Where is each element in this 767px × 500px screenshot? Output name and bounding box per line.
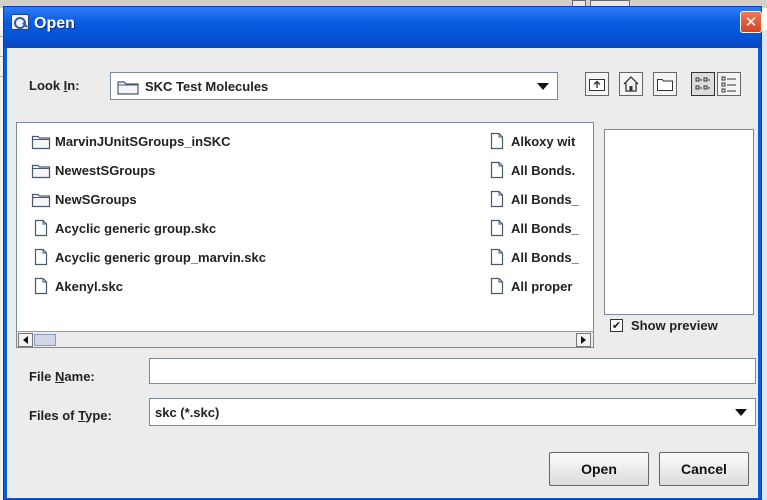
dialog-content: Look In: SKC Test Molecules MarvinJUnitS…	[7, 48, 758, 498]
scrollbar-thumb[interactable]	[34, 334, 56, 346]
home-icon	[623, 76, 639, 92]
file-name: Acyclic generic group.skc	[55, 220, 217, 236]
list-item[interactable]: All Bonds.	[487, 158, 575, 182]
list-item[interactable]: NewestSGroups	[31, 158, 155, 182]
file-name: All Bonds_	[511, 191, 579, 207]
file-icon	[487, 132, 507, 150]
folder-icon	[31, 132, 51, 150]
file-name: NewestSGroups	[55, 162, 156, 178]
list-item[interactable]: All Bonds_	[487, 216, 579, 240]
chevron-down-icon[interactable]	[735, 409, 747, 416]
look-in-combo[interactable]: SKC Test Molecules	[110, 72, 558, 100]
file-icon	[487, 248, 507, 266]
arrow-right-icon	[581, 336, 586, 344]
open-button[interactable]: Open	[549, 452, 649, 486]
list-item[interactable]: MarvinJUnitSGroups_inSKC	[31, 129, 231, 153]
folder-icon	[117, 81, 139, 95]
file-name-input[interactable]	[149, 358, 756, 384]
file-icon	[487, 219, 507, 237]
file-icon	[31, 277, 51, 295]
file-name: Akenyl.skc	[55, 278, 123, 294]
chevron-down-icon[interactable]	[537, 83, 549, 90]
up-one-level-icon	[589, 79, 605, 91]
list-item[interactable]: Acyclic generic group.skc	[31, 216, 216, 240]
folder-icon	[31, 161, 51, 179]
file-name: All proper	[511, 278, 573, 294]
file-name-label: File Name:	[29, 369, 95, 384]
app-icon	[11, 14, 29, 30]
file-list[interactable]: MarvinJUnitSGroups_inSKC NewestSGroups New…	[16, 122, 594, 348]
details-view-button[interactable]	[717, 72, 741, 96]
file-icon	[487, 277, 507, 295]
list-item[interactable]: Acyclic generic group_marvin.skc	[31, 245, 266, 269]
list-item[interactable]: NewSGroups	[31, 187, 137, 211]
file-icon	[31, 219, 51, 237]
horizontal-scrollbar[interactable]	[17, 331, 593, 347]
list-view-icon	[695, 77, 710, 90]
look-in-value: SKC Test Molecules	[145, 79, 269, 94]
scroll-left-button[interactable]	[18, 333, 33, 347]
files-of-type-label: Files of Type:	[29, 408, 112, 423]
file-name: All Bonds_	[511, 249, 579, 265]
look-in-label: Look In:	[29, 78, 80, 93]
cancel-button[interactable]: Cancel	[659, 452, 749, 486]
arrow-left-icon	[23, 336, 28, 344]
show-preview-checkbox[interactable]: ✔	[610, 319, 623, 332]
file-name: All Bonds.	[511, 162, 576, 178]
file-icon	[487, 161, 507, 179]
folder-icon	[31, 190, 51, 208]
new-folder-button[interactable]	[653, 72, 677, 96]
files-of-type-combo[interactable]: skc (*.skc)	[149, 398, 756, 426]
dialog-title: Open	[34, 15, 75, 32]
list-item[interactable]: All proper	[487, 274, 572, 298]
new-folder-icon	[657, 79, 673, 91]
title-bar[interactable]: Open ✕	[4, 7, 762, 48]
list-item[interactable]: Akenyl.skc	[31, 274, 123, 298]
show-preview-label[interactable]: Show preview	[631, 318, 718, 333]
scroll-right-button[interactable]	[576, 333, 591, 347]
file-name: MarvinJUnitSGroups_inSKC	[55, 133, 231, 149]
details-view-icon	[721, 76, 736, 93]
list-item[interactable]: All Bonds_	[487, 187, 579, 211]
file-name: NewSGroups	[55, 191, 137, 207]
file-icon	[31, 248, 51, 266]
home-button[interactable]	[619, 72, 643, 96]
file-name: Acyclic generic group_marvin.skc	[55, 249, 266, 265]
close-button[interactable]: ✕	[740, 11, 762, 33]
list-view-button[interactable]	[691, 72, 715, 96]
list-item[interactable]: Alkoxy wit	[487, 129, 575, 153]
list-item[interactable]: All Bonds_	[487, 245, 579, 269]
open-dialog: Open ✕ Look In: SKC Test Molecules Marvi…	[3, 6, 762, 500]
up-one-level-button[interactable]	[585, 72, 609, 96]
files-of-type-value: skc (*.skc)	[155, 405, 220, 420]
file-name: All Bonds_	[511, 220, 579, 236]
file-name: Alkoxy wit	[511, 133, 576, 149]
file-icon	[487, 190, 507, 208]
preview-pane	[604, 129, 754, 315]
